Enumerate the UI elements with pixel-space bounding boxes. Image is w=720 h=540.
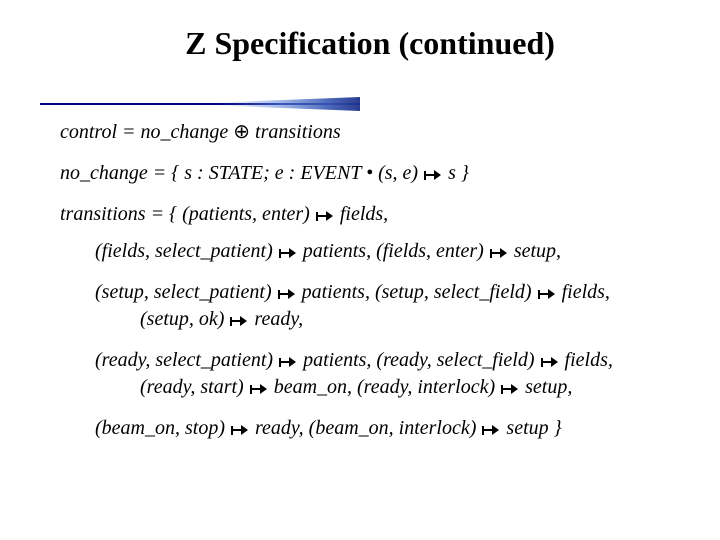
line-fields: (fields, select_patient) patients, (fiel… xyxy=(60,238,680,265)
text: (fields, select_patient) xyxy=(95,240,278,262)
slide: Z Specification (continued) control = no… xyxy=(0,0,720,540)
maplet-icon xyxy=(424,167,442,179)
slide-body: control = no_change ⊕ transitions no_cha… xyxy=(60,119,680,442)
maplet-icon xyxy=(541,354,559,366)
maplet-icon xyxy=(316,208,334,220)
text: patients, (ready, select_field) xyxy=(298,349,539,371)
line-no-change: no_change = { s : STATE; e : EVENT • (s,… xyxy=(60,160,680,187)
maplet-icon xyxy=(278,286,296,298)
text: fields, xyxy=(557,281,610,303)
maplet-icon xyxy=(482,422,500,434)
line-setup: (setup, select_patient) patients, (setup… xyxy=(60,279,680,333)
slide-title: Z Specification (continued) xyxy=(60,25,680,62)
maplet-icon xyxy=(231,422,249,434)
maplet-icon xyxy=(230,313,248,325)
line-beam-on: (beam_on, stop) ready, (beam_on, interlo… xyxy=(60,415,680,442)
maplet-icon xyxy=(279,245,297,257)
text: transitions = { (patients, enter) xyxy=(60,203,315,225)
maplet-icon xyxy=(538,286,556,298)
maplet-icon xyxy=(250,381,268,393)
text: ready, xyxy=(249,308,303,330)
line-transitions-start: transitions = { (patients, enter) fields… xyxy=(60,201,680,228)
text: fields, xyxy=(560,349,613,371)
text: fields, xyxy=(335,203,388,225)
title-underline xyxy=(40,97,360,111)
text: ready, (beam_on, interlock) xyxy=(250,417,481,439)
text: s } xyxy=(443,162,469,184)
text: no_change = { s : STATE; e : EVENT • (s,… xyxy=(60,162,423,184)
text: patients, (fields, enter) xyxy=(298,240,489,262)
text: beam_on, (ready, interlock) xyxy=(269,376,500,398)
text: (beam_on, stop) xyxy=(95,417,230,439)
maplet-icon xyxy=(501,381,519,393)
text: (ready, start) xyxy=(140,376,249,398)
text: (ready, select_patient) xyxy=(95,349,278,371)
text: transitions xyxy=(250,121,341,143)
line-ready: (ready, select_patient) patients, (ready… xyxy=(60,347,680,401)
maplet-icon xyxy=(279,354,297,366)
text: setup } xyxy=(501,417,561,439)
text: control = no_change xyxy=(60,121,233,143)
text: (setup, select_patient) xyxy=(95,281,277,303)
oplus-operator: ⊕ xyxy=(233,121,250,143)
text: setup, xyxy=(509,240,561,262)
text: setup, xyxy=(520,376,572,398)
text: patients, (setup, select_field) xyxy=(297,281,537,303)
line-control: control = no_change ⊕ transitions xyxy=(60,119,680,146)
maplet-icon xyxy=(490,245,508,257)
text: (setup, ok) xyxy=(140,308,229,330)
